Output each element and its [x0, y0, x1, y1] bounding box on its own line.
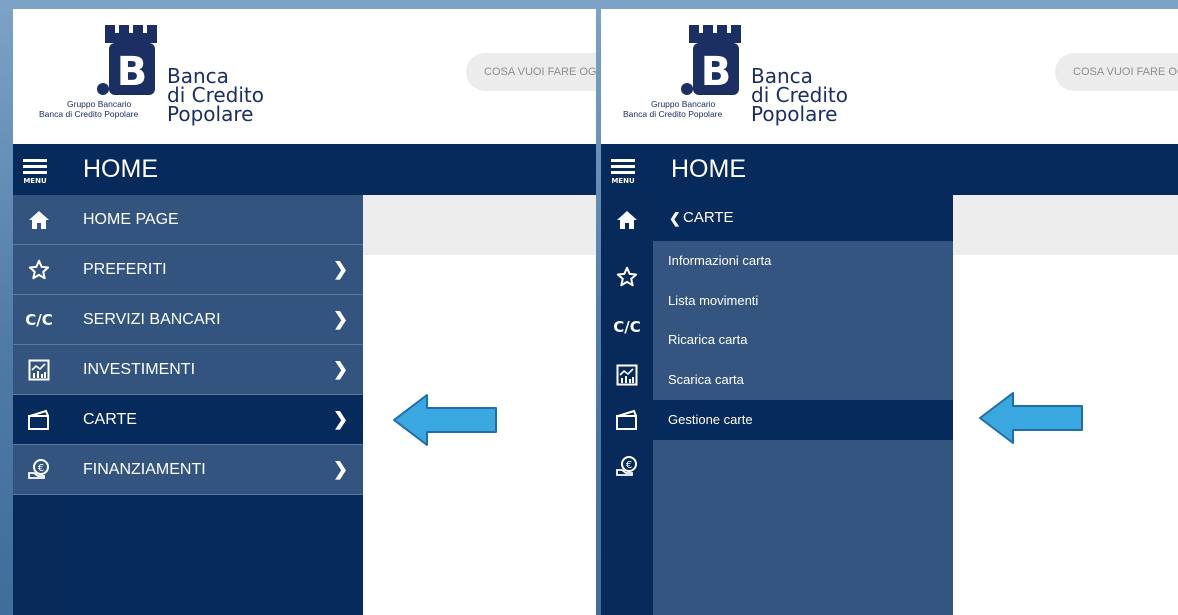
cc-icon[interactable]: C/C [601, 302, 653, 351]
card-icon [13, 395, 65, 444]
menu-item-finanziamenti[interactable]: € FINANZIAMENTI ❯ [13, 445, 363, 495]
submenu-item-ricarica-carta[interactable]: Ricarica carta [653, 320, 953, 360]
page-title: HOME [671, 155, 746, 183]
chevron-right-icon: ❯ [333, 409, 349, 429]
chart-icon[interactable] [601, 350, 653, 399]
menu-item-label: HOME PAGE [83, 211, 179, 228]
star-icon[interactable] [601, 252, 653, 301]
chevron-right-icon: ❯ [333, 309, 349, 329]
menu-button[interactable]: MENU [611, 159, 635, 185]
financing-icon: € [13, 445, 65, 494]
submenu-item-gestione-carte[interactable]: Gestione carte [653, 400, 953, 440]
hamburger-icon [611, 159, 635, 162]
chevron-right-icon: ❯ [333, 259, 349, 279]
hamburger-icon-bar [611, 165, 635, 168]
cc-icon-text: C/C [25, 310, 53, 329]
star-icon [13, 245, 65, 294]
submenu-item-lista-movimenti[interactable]: Lista movimenti [653, 281, 953, 321]
svg-text:€: € [626, 460, 632, 471]
search-input[interactable]: COSA VUOI FARE OGGI? [466, 53, 596, 91]
menu-item-home-page[interactable]: HOME PAGE [13, 195, 363, 245]
chevron-right-icon: ❯ [333, 359, 349, 379]
chevron-right-icon: ❯ [333, 459, 349, 479]
menu-item-investimenti[interactable]: INVESTIMENTI ❯ [13, 345, 363, 395]
page-title-bar: MENU HOME [13, 144, 596, 195]
bank-group-name: Gruppo Bancario Banca di Credito Popolare [623, 99, 723, 119]
menu-button[interactable]: MENU [23, 159, 47, 185]
hamburger-icon [23, 159, 47, 162]
content-strip [363, 195, 596, 255]
home-icon [13, 195, 65, 244]
bank-name: Banca di Credito Popolare [751, 64, 848, 126]
page-title: HOME [83, 155, 158, 183]
site-header: B Banca di Credito Popolare Gruppo Bancari… [601, 9, 1178, 144]
financing-icon[interactable]: € [601, 442, 653, 491]
right-screenshot-panel: B Banca di Credito Popolare Gruppo Bancari… [601, 9, 1178, 615]
left-screenshot-panel: B Banca di Credito Popolare Gruppo Bancari… [13, 9, 596, 615]
cc-icon: C/C [13, 295, 65, 344]
menu-item-label: PREFERITI [83, 261, 167, 278]
bank-group-name: Gruppo Bancario Banca di Credito Popolare [39, 99, 139, 119]
submenu-item-label: Lista movimenti [668, 293, 759, 308]
svg-text:B: B [117, 49, 148, 95]
menu-item-label: FINANZIAMENTI [83, 461, 206, 478]
hamburger-icon-bar [611, 171, 635, 174]
bank-name: Banca di Credito Popolare [167, 64, 264, 126]
submenu-item-scarica-carta[interactable]: Scarica carta [653, 360, 953, 400]
menu-item-carte[interactable]: CARTE ❯ [13, 395, 363, 445]
submenu-item-label: Informazioni carta [668, 253, 772, 268]
svg-text:€: € [38, 463, 44, 474]
submenu-item-label: Scarica carta [668, 372, 744, 387]
menu-item-label: INVESTIMENTI [83, 361, 196, 378]
menu-item-label: SERVIZI BANCARI [83, 311, 221, 328]
hamburger-icon-bar [23, 165, 47, 168]
page-title-bar: MENU HOME [601, 144, 1178, 195]
callout-arrow-icon [979, 392, 1083, 444]
submenu-item-label: Gestione carte [668, 412, 753, 427]
chevron-left-icon[interactable]: ❮ [669, 195, 681, 241]
submenu-item-label: Ricarica carta [668, 332, 748, 347]
home-icon[interactable] [601, 195, 653, 244]
submenu-header[interactable]: ❮ CARTE [653, 195, 953, 241]
chart-icon [13, 345, 65, 394]
callout-arrow-icon [393, 394, 497, 446]
site-header: B Banca di Credito Popolare Gruppo Bancari… [13, 9, 596, 144]
menu-item-servizi-bancari[interactable]: C/C SERVIZI BANCARI ❯ [13, 295, 363, 345]
hamburger-icon-bar [23, 171, 47, 174]
menu-button-label: MENU [23, 177, 47, 185]
submenu-title: CARTE [683, 209, 734, 226]
bank-logo-icon: B [681, 25, 741, 95]
search-input[interactable]: COSA VUOI FARE OGGI? [1055, 53, 1178, 91]
svg-text:B: B [701, 49, 732, 95]
card-icon[interactable] [601, 395, 653, 444]
submenu-item-informazioni-carta[interactable]: Informazioni carta [653, 241, 953, 281]
menu-button-label: MENU [611, 177, 635, 185]
menu-item-label: CARTE [83, 411, 137, 428]
bank-logo-icon: B [97, 25, 157, 95]
cc-icon-text: C/C [613, 317, 641, 336]
menu-item-preferiti[interactable]: PREFERITI ❯ [13, 245, 363, 295]
content-strip [953, 195, 1178, 255]
